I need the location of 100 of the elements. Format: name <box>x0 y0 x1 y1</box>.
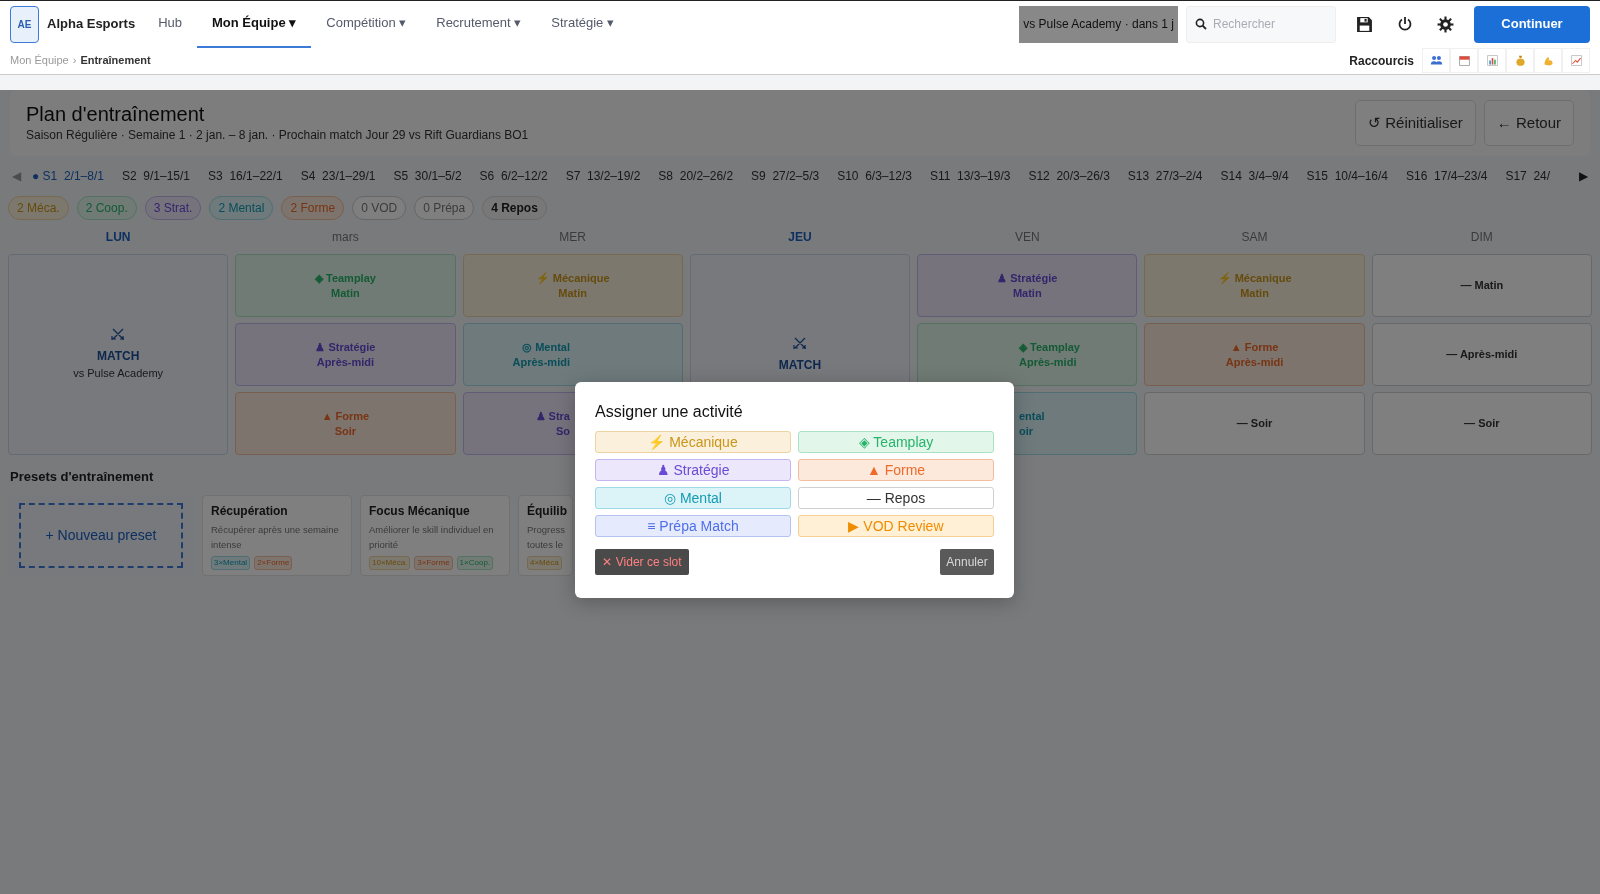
team-logo[interactable]: AE <box>10 5 39 43</box>
slot-label: ◈ Teamplay <box>1019 339 1080 355</box>
day-header: SAM <box>1240 229 1269 246</box>
breadcrumb-link[interactable]: Mon Équipe <box>10 52 69 69</box>
match-title: MATCH <box>778 356 822 374</box>
preset-tag: 10×Méca. <box>369 555 411 570</box>
shortcut-button[interactable] <box>1506 48 1534 73</box>
breadcrumb-current: Entraînement <box>80 53 151 69</box>
shortcut-button[interactable] <box>1450 48 1478 73</box>
people-icon <box>1429 54 1443 67</box>
count-badge: 4 Repos <box>482 196 547 220</box>
day-header: LUN <box>104 229 132 246</box>
reset-button[interactable]: ↺ Réinitialiser <box>1355 100 1476 146</box>
slot-label: ◎ Mental <box>522 339 570 355</box>
week-tab[interactable]: S6 6/2–12/2 <box>470 167 557 185</box>
preset-title: Récupération <box>211 502 289 520</box>
day-header: VEN <box>1013 229 1041 246</box>
slot-label: — Soir <box>1236 416 1273 431</box>
preset-title: Focus Mécanique <box>369 502 471 520</box>
back-button[interactable]: ← Retour <box>1483 100 1574 146</box>
activity-option[interactable]: ⚡ Mécanique <box>595 431 791 454</box>
preset-card[interactable]: Équilib Progress toutes le 4×Méca <box>518 494 573 576</box>
clear-slot-button[interactable]: ✕ Vider ce slot <box>595 549 689 576</box>
nav-tab[interactable]: Compétition ▾ <box>311 0 422 48</box>
team-name: Alpha Esports <box>47 15 136 34</box>
week-tab[interactable]: S16 17/4–23/4 <box>1397 167 1497 185</box>
slot-period: Après-midi <box>1225 354 1284 370</box>
preset-tag: 4×Méca <box>527 555 562 570</box>
activity-option[interactable]: ♟ Stratégie <box>595 459 791 482</box>
slot-period: Matin <box>1240 285 1269 301</box>
schedule-slot[interactable]: — Soir <box>1144 392 1365 455</box>
slot-label: ♟ Stra <box>535 408 570 424</box>
slot-period: Après-midi <box>512 354 570 370</box>
week-tab[interactable]: S5 30/1–5/2 <box>384 167 471 185</box>
day-header: DIM <box>1469 229 1494 246</box>
preset-description: Récupérer après une semaine intense <box>211 522 340 552</box>
slot-period: Matin <box>558 285 588 301</box>
crossed-swords-icon <box>793 335 807 350</box>
schedule-slot[interactable]: — Soir <box>1371 392 1592 455</box>
schedule-slot[interactable]: — Après-midi <box>1371 323 1592 386</box>
preset-tag: 2×Forme <box>254 555 293 570</box>
activity-option[interactable]: ◎ Mental <box>595 487 791 510</box>
slot-label: ⚡ Mécanique <box>535 270 610 286</box>
slot-label: ▲ Forme <box>1230 339 1279 355</box>
breadcrumb-separator: › <box>72 53 77 69</box>
preset-card[interactable]: Focus Mécanique Améliorer le skill individuel en priorité 10×Méca. 3×Forme 1×Coop. <box>360 494 510 576</box>
cancel-button[interactable]: Annuler <box>940 549 994 576</box>
crossed-swords-icon <box>111 327 126 342</box>
activity-option[interactable]: ▲ Forme <box>798 459 994 482</box>
schedule-slot[interactable]: — Matin <box>1371 254 1592 317</box>
week-tab[interactable]: S10 6/3–12/3 <box>828 167 921 185</box>
activity-option[interactable]: ◈ Teamplay <box>798 431 994 454</box>
next-match-ticker: vs Pulse Academy · dans 1 j <box>1019 5 1178 43</box>
shortcut-button[interactable] <box>1422 48 1450 73</box>
week-tab[interactable]: S15 10/4–16/4 <box>1297 167 1397 185</box>
week-tab[interactable]: S17 24/ <box>1496 167 1560 185</box>
slot-period: Matin <box>331 285 360 301</box>
preset-card[interactable]: Récupération Récupérer après une semaine intense 3×Mental 2×Forme <box>202 494 352 576</box>
preset-description: Améliorer le skill individuel en priorité <box>369 522 495 552</box>
page-subtitle: Saison Régulière · Semaine 1 · 2 jan. – 8 jan. · Prochain match Jour 29 vs Rift Guardians BO1 <box>26 127 530 144</box>
nav-tab[interactable]: Stratégie ▾ <box>536 0 629 48</box>
week-tab[interactable]: S9 27/2–5/3 <box>742 167 829 185</box>
slot-period: Après-midi <box>1019 354 1077 370</box>
schedule-slot[interactable]: ♟ Stratégie Après-midi <box>235 323 456 386</box>
match-cell[interactable]: MATCH vs Pulse Academy <box>8 254 229 455</box>
week-tab[interactable]: S12 20/3–26/3 <box>1019 167 1119 185</box>
slot-period: Après-midi <box>316 354 375 370</box>
nav-tab[interactable]: Recrutement ▾ <box>421 0 537 48</box>
day-header: MER <box>558 229 588 246</box>
preset-description: Progress toutes le <box>527 522 564 552</box>
activity-option[interactable]: — Repos <box>798 487 994 510</box>
week-tab[interactable]: S7 13/2–19/2 <box>556 167 650 185</box>
line-chart-icon <box>1569 54 1583 67</box>
week-tab[interactable]: S13 27/3–2/4 <box>1118 167 1212 185</box>
slot-label: ▲ Forme <box>321 408 370 424</box>
schedule-slot[interactable]: ♟ Stratégie Matin <box>917 254 1138 317</box>
shortcut-button[interactable] <box>1478 48 1506 73</box>
count-badge: 2 Forme <box>281 196 345 220</box>
bar-chart-icon <box>1485 54 1499 67</box>
activity-option[interactable]: ≡ Prépa Match <box>595 515 791 538</box>
activity-option[interactable]: ▶ VOD Review <box>798 515 994 538</box>
week-tab[interactable]: S14 3/4–9/4 <box>1211 167 1298 185</box>
slot-period: oir <box>1019 423 1034 439</box>
week-tab[interactable]: S8 20/2–26/2 <box>649 167 743 185</box>
continue-button[interactable]: Continuer <box>1474 5 1590 43</box>
day-header: JEU <box>787 229 813 246</box>
week-tab[interactable]: S3 16/1–22/1 <box>199 167 292 185</box>
slot-label: ♟ Stratégie <box>315 339 376 355</box>
search-field[interactable]: Rechercher <box>1186 5 1336 43</box>
slot-label: — Matin <box>1460 278 1504 293</box>
week-tab[interactable]: S2 9/1–15/1 <box>112 167 200 185</box>
slot-period: So <box>555 423 570 439</box>
new-preset-button[interactable]: + Nouveau preset <box>19 502 183 568</box>
week-tab[interactable]: S4 23/1–29/1 <box>291 167 385 185</box>
schedule-slot[interactable]: ◎ Mental Après-midi <box>462 323 683 386</box>
next-week-button[interactable]: ▶ <box>1577 167 1590 185</box>
nav-tab[interactable]: Hub <box>143 0 197 48</box>
match-opponent: vs Pulse Academy <box>73 366 164 382</box>
week-tab[interactable]: ● S1 2/1–8/1 <box>23 167 113 185</box>
week-tab[interactable]: S11 13/3–19/3 <box>920 167 1020 185</box>
